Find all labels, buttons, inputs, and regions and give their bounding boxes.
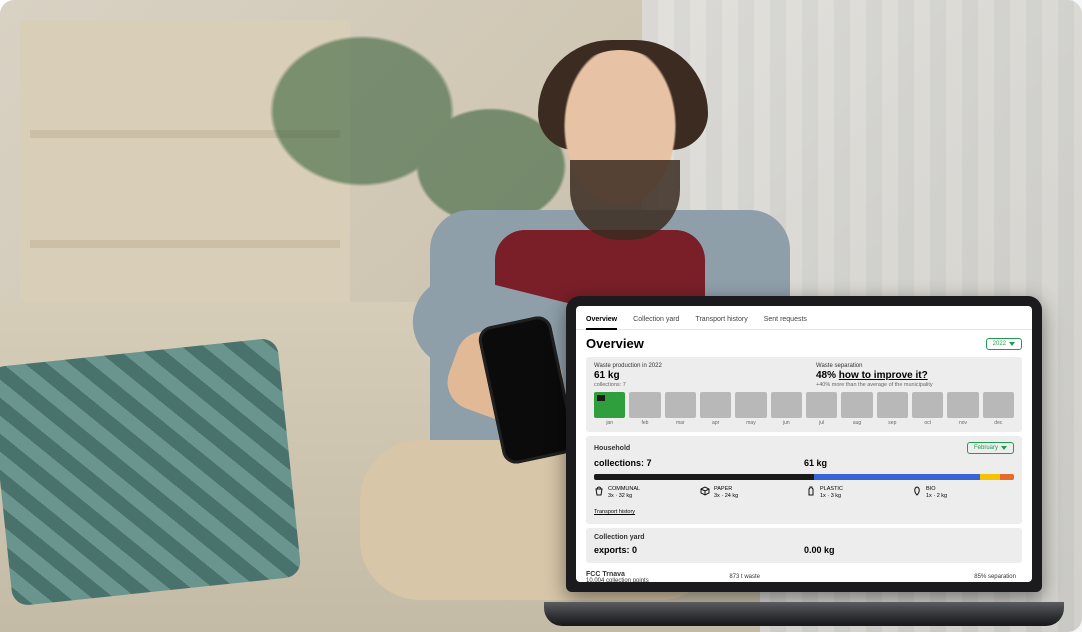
chevron-down-icon: [1009, 342, 1015, 346]
month-cell-jul[interactable]: [806, 392, 837, 418]
tab-overview[interactable]: Overview: [586, 312, 617, 330]
month-cell-mar[interactable]: [665, 392, 696, 418]
household-card: Household February collections: 7 61 kg: [586, 436, 1022, 524]
page-title: Overview: [586, 336, 644, 351]
bio-icon: [912, 486, 922, 496]
month-cell-feb[interactable]: [629, 392, 660, 418]
bar-segment-bio: [1000, 474, 1014, 480]
waste-production-value: 61 kg: [594, 370, 792, 381]
household-heading: Household: [594, 445, 630, 452]
waste-type-row: COMMUNAL3x · 32 kg PAPER3x · 24 kg: [594, 486, 1014, 500]
month-label: jan: [594, 420, 625, 426]
month-cell-dec[interactable]: [983, 392, 1014, 418]
waste-name: COMMUNAL: [608, 486, 640, 493]
month-cell-oct[interactable]: [912, 392, 943, 418]
month-label: dec: [983, 420, 1014, 426]
footer-stats: FCC Trnava 10,004 collection points 873 …: [576, 567, 1032, 582]
month-cell-sep[interactable]: [877, 392, 908, 418]
collections-stat: collections: 7: [594, 458, 804, 468]
waste-type-paper: PAPER3x · 24 kg: [700, 486, 802, 500]
month-label: may: [735, 420, 766, 426]
bar-segment-communal: [594, 474, 814, 480]
month-label: sep: [877, 420, 908, 426]
cushion: [0, 338, 302, 607]
separation-percent: 48%: [816, 370, 836, 381]
transport-history-link[interactable]: Transport history: [594, 509, 635, 515]
month-label: nov: [947, 420, 978, 426]
waste-detail: 3x · 32 kg: [608, 493, 640, 500]
waste-production-label: Waste production in 2022: [594, 363, 792, 369]
waste-production-sub: collections: 7: [594, 382, 792, 388]
box-icon: [700, 486, 710, 496]
waste-detail: 1x · 3 kg: [820, 493, 843, 500]
month-label: feb: [629, 420, 660, 426]
laptop-screen: Overview Collection yard Transport histo…: [566, 296, 1042, 592]
waste-separation-value: 48% how to improve it?: [816, 370, 1014, 381]
waste-separation-label: Waste separation: [816, 363, 1014, 369]
month-selector[interactable]: February: [967, 442, 1014, 454]
footer-org: FCC Trnava: [586, 571, 729, 578]
month-label: jul: [806, 420, 837, 426]
waste-detail: 1x · 2 kg: [926, 493, 947, 500]
collection-yard-heading: Collection yard: [594, 534, 1014, 541]
collection-yard-weight: 0.00 kg: [804, 545, 1014, 555]
production-separation-card: Waste production in 2022 61 kg collectio…: [586, 357, 1022, 432]
exports-label: exports:: [594, 545, 630, 555]
nav-tabs: Overview Collection yard Transport histo…: [576, 306, 1032, 330]
collections-value: 7: [647, 458, 652, 468]
year-selector-label: 2022: [993, 341, 1006, 347]
tab-collection-yard[interactable]: Collection yard: [633, 312, 679, 329]
month-grid: [594, 392, 1014, 418]
footer-org-sub: 10,004 collection points: [586, 578, 729, 582]
app-screen: Overview Collection yard Transport histo…: [576, 306, 1032, 582]
month-cell-jun[interactable]: [771, 392, 802, 418]
waste-name: BIO: [926, 486, 947, 493]
collections-label: collections:: [594, 458, 644, 468]
exports-value: 0: [632, 545, 637, 555]
year-selector[interactable]: 2022: [986, 338, 1022, 350]
month-cell-may[interactable]: [735, 392, 766, 418]
tab-transport-history[interactable]: Transport history: [695, 312, 747, 329]
household-weight: 61 kg: [804, 458, 1014, 468]
waste-stacked-bar: [594, 474, 1014, 480]
waste-type-bio: BIO1x · 2 kg: [912, 486, 1014, 500]
improve-link[interactable]: how to improve it?: [839, 370, 928, 381]
month-label: apr: [700, 420, 731, 426]
footer-waste-total: 873 t waste: [729, 574, 872, 580]
waste-separation-sub: +40% more than the average of the munici…: [816, 382, 1014, 388]
waste-detail: 3x · 24 kg: [714, 493, 738, 500]
month-cell-aug[interactable]: [841, 392, 872, 418]
month-selector-label: February: [974, 445, 998, 451]
exports-stat: exports: 0: [594, 545, 804, 555]
chevron-down-icon: [1001, 446, 1007, 450]
bag-icon: [594, 486, 604, 496]
month-cell-apr[interactable]: [700, 392, 731, 418]
month-label: jun: [771, 420, 802, 426]
month-cell-nov[interactable]: [947, 392, 978, 418]
month-cell-jan[interactable]: [594, 392, 625, 418]
footer-separation: 85% separation: [873, 574, 1022, 580]
month-label: mar: [665, 420, 696, 426]
waste-type-plastic: PLASTIC1x · 3 kg: [806, 486, 908, 500]
photo-background: Overview Collection yard Transport histo…: [0, 0, 1082, 632]
waste-name: PAPER: [714, 486, 738, 493]
tab-sent-requests[interactable]: Sent requests: [764, 312, 807, 329]
month-label: aug: [841, 420, 872, 426]
waste-name: PLASTIC: [820, 486, 843, 493]
bottle-icon: [806, 486, 816, 496]
collection-yard-card: Collection yard exports: 0 0.00 kg: [586, 528, 1022, 563]
bar-segment-paper: [814, 474, 979, 480]
laptop-base: [544, 602, 1064, 626]
waste-type-communal: COMMUNAL3x · 32 kg: [594, 486, 696, 500]
laptop-mockup: Overview Collection yard Transport histo…: [544, 296, 1064, 626]
bar-segment-plastic: [980, 474, 1001, 480]
month-label: oct: [912, 420, 943, 426]
